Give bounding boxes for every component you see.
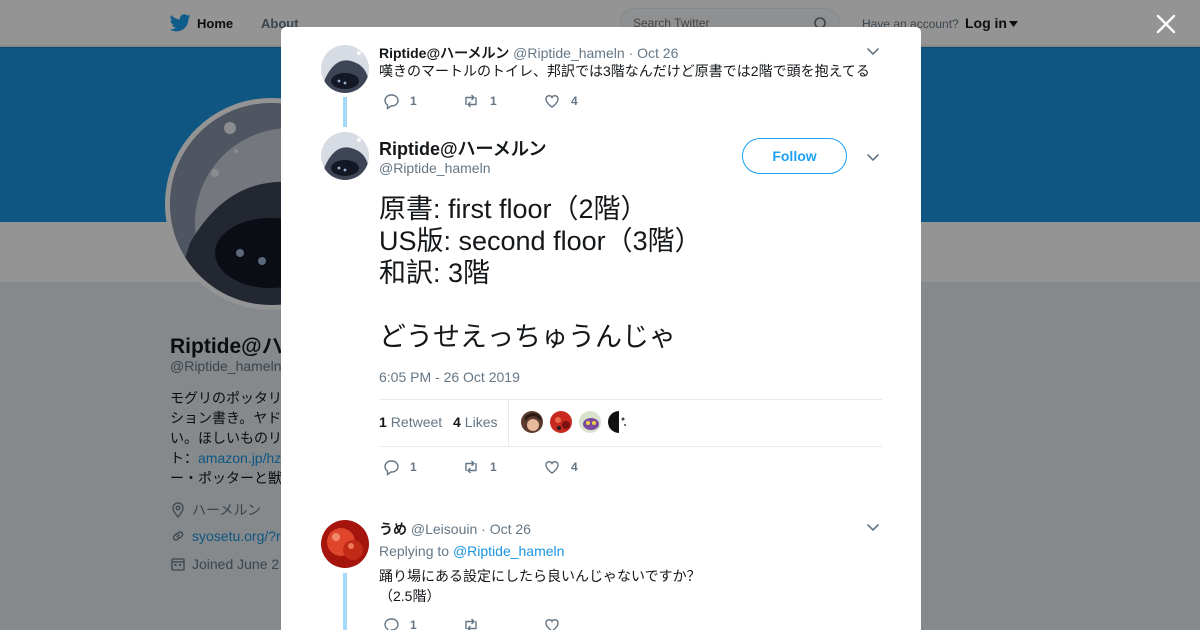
liker-avatar[interactable]: [607, 410, 631, 434]
reply-header: うめ @Leisouin · Oct 26: [379, 519, 531, 539]
like-count: 4: [571, 460, 578, 474]
like-stat[interactable]: 4 Likes: [453, 414, 497, 430]
author-name[interactable]: うめ: [379, 521, 407, 537]
retweet-icon: [465, 94, 477, 108]
tweet-date[interactable]: Oct 26: [490, 521, 531, 537]
like-action[interactable]: [543, 616, 561, 630]
chevron-down-icon[interactable]: [866, 150, 880, 164]
reply-text: 踊り場にある設定にしたら良いんじゃないですか？ （2.5階）: [379, 566, 701, 606]
retweet-stat-label: Retweet: [390, 414, 443, 430]
thread-connector: [343, 97, 347, 127]
main-tweet-actions: 1 1 4: [382, 458, 578, 476]
avatar-image: [321, 45, 369, 93]
replying-prefix: Replying to: [379, 543, 450, 559]
tweet-line: US版: second floor（3階）: [379, 226, 702, 256]
main-tweet-text: 原書: first floor（2階） US版: second floor（3階…: [379, 193, 702, 353]
retweet-count: 1: [490, 460, 497, 474]
separator-dot: ·: [628, 45, 634, 61]
separator-dot: ·: [481, 521, 486, 537]
reply-icon: [384, 94, 399, 110]
author-handle[interactable]: @Riptide_hameln: [513, 45, 625, 61]
replying-to: Replying to @Riptide_hameln: [379, 543, 564, 559]
stats-divider: [508, 400, 509, 446]
tweet-timestamp[interactable]: 6:05 PM - 26 Oct 2019: [379, 369, 520, 385]
thread-connector: [343, 573, 347, 630]
reply-action[interactable]: 1: [382, 92, 462, 110]
tweet-line: 和訳: 3階: [379, 258, 491, 288]
tweet-date[interactable]: Oct 26: [637, 45, 678, 61]
tweet-line: [379, 289, 702, 321]
tweet-line: どうせえっちゅうんじゃ: [379, 322, 676, 352]
reply-line: （2.5階）: [379, 588, 441, 604]
retweet-action[interactable]: 1: [462, 92, 543, 110]
chevron-down-icon[interactable]: [866, 520, 880, 534]
retweet-stat[interactable]: 1 Retweet: [379, 414, 442, 430]
retweet-count: 1: [490, 94, 497, 108]
tweet-header: Riptide@ハーメルン @Riptide_hameln · Oct 26: [379, 43, 678, 63]
retweet-action[interactable]: [462, 616, 543, 630]
reply-line: 踊り場にある設定にしたら良いんじゃないですか？: [379, 568, 701, 584]
retweet-icon: [465, 460, 477, 474]
tweet-avatar[interactable]: [321, 45, 369, 93]
tweet-actions: 1 1 4: [382, 92, 578, 110]
reply-actions: 1: [382, 616, 561, 630]
replying-handle-link[interactable]: @Riptide_hameln: [453, 543, 565, 559]
reply-icon: [384, 460, 399, 476]
liker-avatars: [520, 410, 631, 434]
retweet-stat-count: 1: [379, 414, 387, 430]
liker-avatar[interactable]: [549, 410, 573, 434]
reply-count: 1: [410, 94, 417, 108]
chevron-down-icon[interactable]: [866, 44, 880, 58]
like-stat-count: 4: [453, 414, 461, 430]
close-icon[interactable]: [1154, 12, 1178, 36]
retweet-icon: [465, 618, 477, 630]
reply-count: 1: [410, 460, 417, 474]
tweet-stats: 1 Retweet 4 Likes: [379, 399, 882, 447]
heart-icon: [545, 619, 559, 630]
liker-avatar[interactable]: [578, 410, 602, 434]
reply-avatar[interactable]: [321, 520, 369, 568]
heart-icon: [545, 461, 559, 474]
author-name[interactable]: Riptide@ハーメルン: [379, 45, 509, 61]
tweet-text: 嘆きのマートルのトイレ、邦訳では3階なんだけど原書では2階で頭を抱えてる: [379, 63, 870, 79]
main-author-handle[interactable]: @Riptide_hameln: [379, 160, 491, 176]
liker-avatar[interactable]: [520, 410, 544, 434]
like-action[interactable]: 4: [543, 92, 578, 110]
author-handle[interactable]: @Leisouin: [411, 521, 477, 537]
reply-action[interactable]: 1: [382, 458, 462, 476]
reply-count: 1: [410, 618, 417, 630]
like-count: 4: [571, 94, 578, 108]
retweet-action[interactable]: 1: [462, 458, 543, 476]
follow-button[interactable]: Follow: [742, 138, 847, 174]
heart-icon: [545, 95, 559, 108]
reply-action[interactable]: 1: [382, 616, 462, 630]
main-author-name[interactable]: Riptide@ハーメルン: [379, 135, 546, 161]
tweet-modal: Riptide@ハーメルン @Riptide_hameln · Oct 26 嘆…: [281, 27, 921, 630]
avatar-image: [321, 132, 369, 180]
avatar-image: [321, 520, 369, 568]
main-tweet-avatar[interactable]: [321, 132, 369, 180]
like-action[interactable]: 4: [543, 458, 578, 476]
like-stat-label: Likes: [464, 414, 498, 430]
reply-icon: [384, 618, 399, 630]
tweet-line: 原書: first floor（2階）: [379, 194, 648, 224]
